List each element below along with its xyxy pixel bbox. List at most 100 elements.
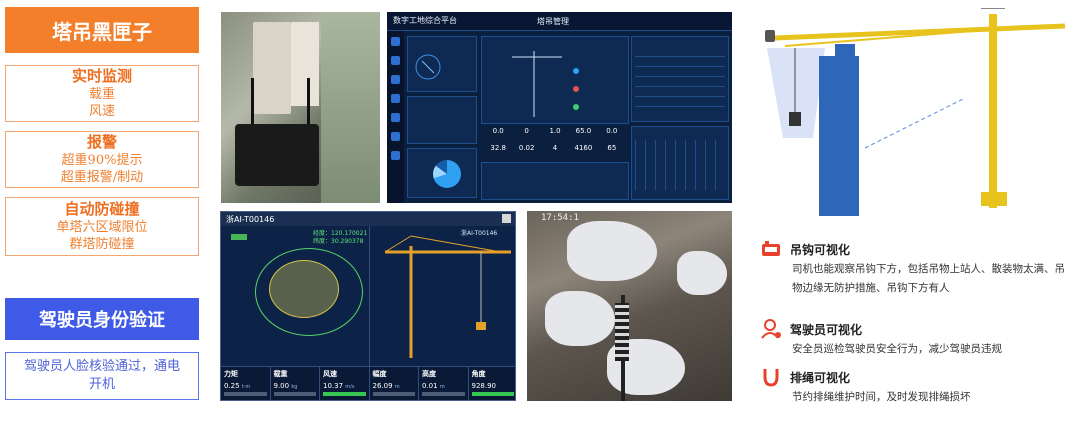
readout-unit: m/s bbox=[345, 384, 355, 390]
face-terminal bbox=[253, 22, 291, 114]
material-pile bbox=[545, 291, 615, 346]
feature-head: 驾驶员可视化 bbox=[760, 318, 1072, 340]
box-line: 超重报警/制动 bbox=[60, 170, 144, 185]
nav-icon[interactable] bbox=[391, 132, 400, 141]
nav-icon[interactable] bbox=[391, 75, 400, 84]
feature-title: 驾驶员可视化 bbox=[790, 322, 863, 337]
hook-camera-photo: 17:54:1 bbox=[527, 211, 732, 401]
platform-dashboard: 数字工地综合平台 塔吊管理 0.0 0 1.0 65.0 0.0 32.8 0.… bbox=[387, 12, 732, 203]
box-line: 载重 bbox=[88, 87, 115, 102]
hook-block bbox=[615, 303, 629, 361]
feature-title: 吊钩可视化 bbox=[790, 242, 851, 257]
router-device bbox=[235, 124, 319, 186]
tower-crane-illustration bbox=[765, 8, 1066, 216]
readout-unit: t·m bbox=[241, 384, 251, 390]
anti-collision-box: 自动防碰撞 单塔六区域限位 群塔防碰撞 bbox=[5, 197, 199, 256]
hook-camera-icon bbox=[760, 238, 782, 260]
window-view bbox=[321, 12, 380, 203]
readout-bar bbox=[224, 392, 267, 396]
box-line: 单塔六区域限位 bbox=[56, 220, 148, 235]
crane-icon bbox=[512, 51, 579, 117]
box-line: 风速 bbox=[88, 104, 115, 119]
nav-icon[interactable] bbox=[391, 151, 400, 160]
feature-head: 吊钩可视化 bbox=[760, 238, 1072, 260]
material-pile bbox=[567, 221, 657, 281]
antenna bbox=[307, 78, 310, 124]
nav-icon[interactable] bbox=[391, 56, 400, 65]
dashboard-center-title: 塔吊管理 bbox=[537, 17, 569, 26]
driver-verification-header: 驾驶员身份验证 bbox=[5, 298, 199, 340]
readout-label: 角度 bbox=[471, 370, 486, 378]
rope-icon bbox=[760, 366, 782, 388]
box-title: 报警 bbox=[86, 133, 117, 151]
feature-rope-visual: 排绳可视化 节约排绳维护时间，及时发现排绳损坏 bbox=[760, 366, 1072, 407]
readout-value: 928.90 bbox=[471, 382, 497, 390]
pie-chart bbox=[433, 160, 461, 188]
readout-cell: 幅度 26.09 m bbox=[370, 367, 419, 400]
readout-label: 力矩 bbox=[224, 370, 238, 378]
feature-desc: 司机也能观察吊钩下方，包括吊物上站人、散装物太满、吊物边缘无防护措施、吊钩下方有… bbox=[792, 263, 1065, 294]
dashboard-app-title: 数字工地综合平台 bbox=[393, 16, 457, 25]
feature-driver-visual: 驾驶员可视化 安全员巡检驾驶员安全行为，减少驾驶员违规 bbox=[760, 318, 1072, 359]
readout-label: 载重 bbox=[273, 370, 288, 378]
readout-label: 幅度 bbox=[372, 370, 387, 378]
compass-panel bbox=[407, 36, 477, 92]
material-pile bbox=[677, 251, 727, 295]
feature-hook-visual: 吊钩可视化 司机也能观察吊钩下方，包括吊物上站人、散装物太满、吊物边缘无防护措施… bbox=[760, 238, 1072, 298]
alarm-box: 报警 超重90%提示 超重报警/制动 bbox=[5, 131, 199, 188]
readout-value: 10.37 bbox=[323, 382, 344, 390]
box-title: 自动防碰撞 bbox=[64, 200, 140, 218]
monitor-title: 浙AI-T00146 bbox=[221, 212, 515, 226]
driver-verification-desc: 驾驶员人脸核验通过，通电开机 bbox=[5, 352, 199, 400]
camera-timestamp: 17:54:1 bbox=[541, 213, 579, 223]
dashboard-topbar: 数字工地综合平台 塔吊管理 bbox=[387, 12, 732, 31]
readout-unit: m bbox=[394, 384, 400, 390]
readout-label: 高度 bbox=[422, 370, 436, 378]
readout-cell: 高度 0.01 m bbox=[419, 367, 469, 400]
latitude-label: 纬度：30.290378 bbox=[313, 238, 364, 245]
crane-monitor-screen: 浙AI-T00146 经度：120.170021 纬度：30.290378 浙A… bbox=[220, 211, 516, 401]
readout-unit: m bbox=[439, 384, 445, 390]
detail-panel bbox=[481, 162, 629, 200]
nav-icon[interactable] bbox=[391, 113, 400, 122]
box-line: 群塔防碰撞 bbox=[69, 237, 135, 252]
power-box bbox=[291, 22, 319, 106]
readout-bar bbox=[273, 392, 316, 396]
feature-title: 排绳可视化 bbox=[790, 370, 851, 385]
readout-cell: 载重 9.00 kg bbox=[271, 367, 320, 400]
bar-chart-grid bbox=[635, 140, 725, 190]
cab-device-photo bbox=[221, 12, 380, 203]
box-line: 超重90%提示 bbox=[61, 153, 143, 168]
driver-icon bbox=[760, 318, 782, 340]
nav-icon[interactable] bbox=[391, 37, 400, 46]
readout-cell: 力矩 0.25 t·m bbox=[221, 367, 271, 400]
readout-value: 0.25 bbox=[224, 382, 240, 390]
feature-head: 排绳可视化 bbox=[760, 366, 1072, 388]
box-title: 实时监测 bbox=[71, 67, 132, 85]
feature-desc: 节约排绳维护时间，及时发现排绳损坏 bbox=[792, 391, 971, 403]
realtime-monitoring-box: 实时监测 载重 风速 bbox=[5, 65, 199, 122]
readout-label: 风速 bbox=[323, 370, 337, 378]
work-zone bbox=[269, 260, 339, 318]
crane-panel bbox=[481, 36, 629, 124]
line-chart-grid bbox=[635, 56, 725, 116]
readout-value: 26.09 bbox=[372, 382, 393, 390]
readout-bar bbox=[422, 392, 465, 396]
readout-cell: 风速 10.37 m/s bbox=[320, 367, 370, 400]
nav-icon[interactable] bbox=[391, 94, 400, 103]
crane-diagram bbox=[384, 235, 511, 358]
antenna bbox=[251, 78, 254, 124]
readout-unit: kg bbox=[291, 384, 298, 390]
readout-value: 9.00 bbox=[273, 382, 290, 390]
status-badge bbox=[231, 234, 247, 240]
divider bbox=[369, 226, 370, 366]
close-icon[interactable] bbox=[502, 214, 511, 223]
readout-bar bbox=[323, 392, 366, 396]
readout-bar bbox=[372, 392, 415, 396]
work-panel bbox=[407, 96, 477, 144]
compass-icon bbox=[415, 54, 441, 80]
black-box-header: 塔吊黑匣子 bbox=[5, 7, 199, 53]
readout-cell: 角度 928.90 bbox=[469, 367, 516, 400]
monitor-readouts: 力矩 0.25 t·m 载重 9.00 kg 风速 10.37 m/s 幅度 2… bbox=[221, 366, 516, 400]
dashboard-sidebar bbox=[387, 31, 404, 203]
